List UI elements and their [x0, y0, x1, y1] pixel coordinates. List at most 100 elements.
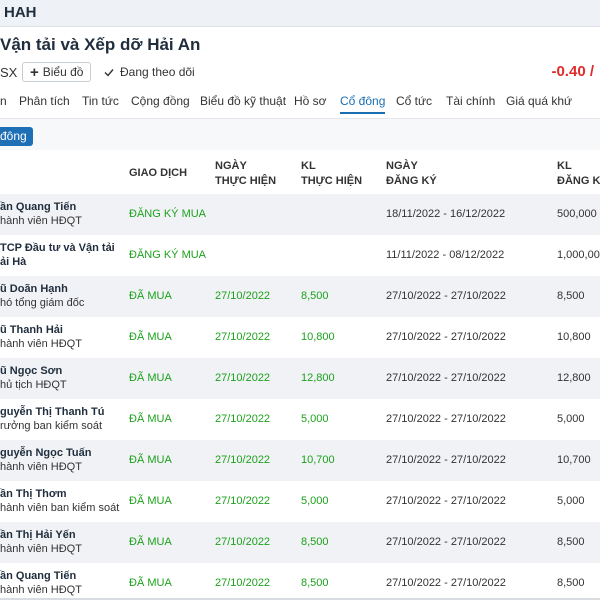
- reg-volume: 1,000,00: [557, 249, 600, 261]
- reg-volume: 10,700: [557, 454, 591, 466]
- reg-period: 27/10/2022 - 27/10/2022: [386, 290, 506, 302]
- plus-icon: +: [30, 63, 39, 81]
- tab-analysis[interactable]: Phân tích: [19, 94, 70, 108]
- exec-volume: 12,800: [301, 372, 335, 384]
- tab-news[interactable]: Tin tức: [82, 94, 119, 108]
- exec-volume: 5,000: [301, 413, 329, 425]
- tab-profile[interactable]: Hồ sơ: [294, 94, 327, 108]
- reg-volume: 5,000: [557, 495, 585, 507]
- holder-name: guyễn Ngọc Tuấn: [0, 447, 92, 459]
- holder-role: hành viên HĐQT: [0, 338, 82, 350]
- holder-name: ần Thị Hải Yến: [0, 529, 76, 541]
- exec-date: 27/10/2022: [215, 454, 271, 466]
- follow-toggle[interactable]: Đang theo dõi: [104, 65, 195, 79]
- transaction-type: ĐÃ MUA: [129, 454, 172, 466]
- tab-shareholders[interactable]: Cổ đông: [340, 94, 386, 114]
- transaction-type: ĐÃ MUA: [129, 372, 172, 384]
- check-icon: [104, 68, 114, 77]
- holder-name: TCP Đầu tư và Vận tải: [0, 242, 115, 254]
- table-row[interactable]: guyễn Thị Thanh Tú rưởng ban kiểm soát ĐÃ…: [0, 399, 600, 440]
- table-header: GIAO DỊCH NGÀY THỰC HIỆN KL THỰC HIỆN NG…: [0, 150, 600, 194]
- holder-name: ũ Doãn Hạnh: [0, 283, 68, 295]
- holder-role: ải Hà: [0, 256, 27, 268]
- header-exec-date-line1: NGÀY: [215, 160, 247, 172]
- tab-dividends[interactable]: Cổ tức: [396, 94, 432, 108]
- table-row[interactable]: ần Thị Hải Yến hành viên HĐQT ĐÃ MUA 27/1…: [0, 522, 600, 563]
- exec-date: 27/10/2022: [215, 495, 271, 507]
- header-exec-date-line2: THỰC HIỆN: [215, 175, 277, 187]
- reg-volume: 500,000: [557, 208, 597, 220]
- transaction-type: ĐÃ MUA: [129, 331, 172, 343]
- table-row[interactable]: TCP Đầu tư và Vận tải ải Hà ĐĂNG KÝ MUA 1…: [0, 235, 600, 276]
- reg-period: 27/10/2022 - 27/10/2022: [386, 331, 506, 343]
- exec-date: 27/10/2022: [215, 331, 271, 343]
- exec-volume: 8,500: [301, 577, 329, 589]
- holder-name: ũ Ngọc Sơn: [0, 365, 63, 377]
- tab-bar: n Phân tích Tin tức Cộng đồng Biểu đồ kỹ…: [0, 88, 600, 119]
- chart-button-label: Biểu đồ: [42, 65, 84, 79]
- reg-period: 27/10/2022 - 27/10/2022: [386, 454, 506, 466]
- table-row[interactable]: ũ Doãn Hạnh hó tổng giám đốc ĐÃ MUA 27/10…: [0, 276, 600, 317]
- holder-role: hành viên HĐQT: [0, 584, 82, 596]
- header-reg-date-line1: NGÀY: [386, 160, 418, 172]
- reg-period: 27/10/2022 - 27/10/2022: [386, 577, 506, 589]
- holder-name: guyễn Thị Thanh Tú: [0, 406, 105, 418]
- holder-role: hành viên HĐQT: [0, 215, 82, 227]
- holder-role: hành viên HĐQT: [0, 543, 82, 555]
- tab-price-history[interactable]: Giá quá khứ: [506, 94, 572, 108]
- transaction-type: ĐĂNG KÝ MUA: [129, 208, 207, 220]
- exec-volume: 10,800: [301, 331, 335, 343]
- transaction-type: ĐÃ MUA: [129, 290, 172, 302]
- transaction-type: ĐĂNG KÝ MUA: [129, 249, 207, 261]
- tab-overview[interactable]: n: [0, 94, 7, 108]
- top-bar: HAH: [0, 0, 600, 27]
- exec-date: 27/10/2022: [215, 372, 271, 384]
- holder-cell: guyễn Ngọc Tuấn hành viên HĐQT: [0, 446, 91, 474]
- holder-cell: ần Thị Hải Yến hành viên HĐQT: [0, 528, 82, 556]
- ticker-symbol: HAH: [4, 4, 37, 21]
- table-row[interactable]: ũ Ngọc Sơn hủ tịch HĐQT ĐÃ MUA 27/10/2022…: [0, 358, 600, 399]
- reg-volume: 8,500: [557, 290, 585, 302]
- holder-cell: ần Quang Tiến hành viên HĐQT: [0, 569, 82, 597]
- header-exec-vol-line2: THỰC HIỆN: [301, 175, 363, 187]
- holder-role: rưởng ban kiểm soát: [0, 420, 103, 432]
- reg-period: 27/10/2022 - 27/10/2022: [386, 495, 506, 507]
- exec-date: 27/10/2022: [215, 577, 271, 589]
- reg-period: 27/10/2022 - 27/10/2022: [386, 536, 506, 548]
- holder-cell: ần Quang Tiến hành viên HĐQT: [0, 200, 82, 228]
- transaction-type: ĐÃ MUA: [129, 536, 172, 548]
- holder-cell: ũ Thanh Hải hành viên HĐQT: [0, 323, 82, 351]
- reg-period: 27/10/2022 - 27/10/2022: [386, 413, 506, 425]
- table-row[interactable]: guyễn Ngọc Tuấn hành viên HĐQT ĐÃ MUA 27/…: [0, 440, 600, 481]
- table-row[interactable]: ần Thị Thơm hành viên ban kiểm soát ĐÃ MU…: [0, 481, 600, 522]
- holder-cell: ũ Doãn Hạnh hó tổng giám đốc: [0, 282, 84, 310]
- holder-name: ũ Thanh Hải: [0, 324, 63, 336]
- holder-role: hành viên HĐQT: [0, 461, 82, 473]
- reg-period: 18/11/2022 - 16/12/2022: [386, 208, 506, 220]
- table-row[interactable]: ần Quang Tiến hành viên HĐQT ĐĂNG KÝ MUA …: [0, 194, 600, 235]
- exec-date: 27/10/2022: [215, 290, 271, 302]
- header-reg-date-line2: ĐĂNG KÝ: [386, 175, 437, 187]
- transaction-type: ĐÃ MUA: [129, 577, 172, 589]
- tab-community[interactable]: Cộng đồng: [131, 94, 190, 108]
- holder-cell: ần Thị Thơm hành viên ban kiểm soát: [0, 487, 119, 515]
- add-chart-button[interactable]: + Biểu đồ: [22, 62, 92, 82]
- exec-volume: 10,700: [301, 454, 335, 466]
- holder-role: hủ tịch HĐQT: [0, 379, 67, 391]
- header-reg-vol-line2: ĐĂNG K: [557, 175, 600, 187]
- tab-technical-chart[interactable]: Biểu đồ kỹ thuật: [200, 94, 286, 108]
- price-change: -0.40 /: [551, 63, 594, 80]
- tab-financials[interactable]: Tài chính: [446, 94, 495, 108]
- table-row[interactable]: ũ Thanh Hải hành viên HĐQT ĐÃ MUA 27/10/2…: [0, 317, 600, 358]
- exchange-label: SX: [0, 65, 18, 80]
- holder-name: ần Thị Thơm: [0, 488, 67, 500]
- holder-cell: ũ Ngọc Sơn hủ tịch HĐQT: [0, 364, 67, 392]
- reg-volume: 8,500: [557, 577, 585, 589]
- section-badge[interactable]: đông: [0, 127, 33, 146]
- reg-volume: 10,800: [557, 331, 591, 343]
- exec-volume: 5,000: [301, 495, 329, 507]
- header-transaction: GIAO DỊCH: [129, 167, 188, 179]
- transaction-type: ĐÃ MUA: [129, 413, 172, 425]
- exec-volume: 8,500: [301, 290, 329, 302]
- reg-period: 11/11/2022 - 08/12/2022: [386, 249, 505, 261]
